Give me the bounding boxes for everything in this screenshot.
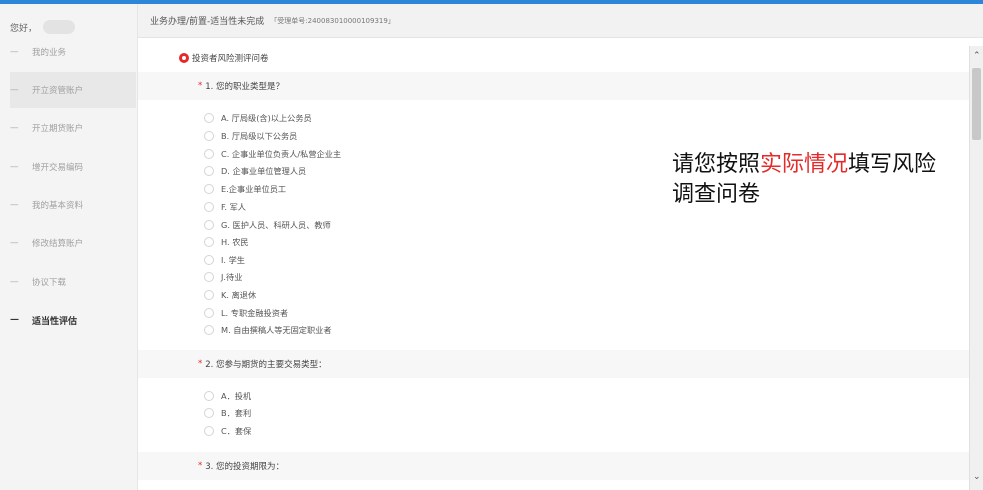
vertical-scrollbar[interactable]: ⌃ ⌄ bbox=[969, 46, 983, 490]
page-header: 业务办理/前置-适当性未完成 「受理单号:240083010000109319」 bbox=[138, 4, 983, 38]
survey-title-text: 投资者风险测评问卷 bbox=[192, 54, 269, 64]
q1-option-e[interactable]: E.企事业单位员工 bbox=[204, 180, 286, 197]
instruction-text-1: 请您按照 bbox=[672, 152, 761, 177]
sidebar: 您好， — 我的业务 — 开立资管账户 — 开立期货账户 — 增开交易编码 — … bbox=[0, 4, 138, 490]
radio-icon[interactable] bbox=[204, 148, 214, 159]
sidebar-item-label: 我的业务 bbox=[32, 48, 67, 58]
option-label: M. 自由撰稿人等无固定职业者 bbox=[221, 324, 332, 335]
option-label: D. 企事业单位管理人员 bbox=[221, 165, 307, 176]
radio-icon[interactable] bbox=[204, 201, 214, 212]
q2-option-c[interactable]: C．套保 bbox=[204, 422, 251, 439]
option-label: I. 学生 bbox=[221, 254, 245, 265]
q1-option-j[interactable]: J.待业 bbox=[204, 268, 242, 285]
survey-title: 投资者风险测评问卷 bbox=[179, 51, 269, 65]
option-label: B．套利 bbox=[221, 407, 252, 418]
dash-icon: — bbox=[10, 47, 19, 57]
sidebar-item-add-trading-code[interactable]: — 增开交易编码 bbox=[10, 149, 136, 185]
option-label: B. 厅局级以下公务员 bbox=[221, 130, 298, 141]
radio-icon[interactable] bbox=[204, 407, 214, 418]
option-label: C. 企事业单位负责人/私营企业主 bbox=[221, 148, 342, 159]
option-label: H. 农民 bbox=[221, 236, 249, 247]
q1-option-m[interactable]: M. 自由撰稿人等无固定职业者 bbox=[204, 321, 332, 338]
sidebar-item-label: 适当性评估 bbox=[32, 316, 78, 327]
question-2-label: 2. 您参与期货的主要交易类型： bbox=[205, 360, 327, 370]
instruction-overlay: 请您按照实际情况填写风险调查问卷 bbox=[672, 150, 942, 210]
sidebar-item-suitability-assessment[interactable]: — 适当性评估 bbox=[10, 302, 136, 338]
sidebar-item-basic-info[interactable]: — 我的基本资料 bbox=[10, 187, 136, 223]
sidebar-item-my-business[interactable]: — 我的业务 bbox=[10, 34, 136, 70]
sidebar-item-label: 协议下载 bbox=[32, 278, 67, 288]
q1-option-d[interactable]: D. 企事业单位管理人员 bbox=[204, 162, 306, 179]
radio-icon[interactable] bbox=[204, 254, 214, 265]
q1-option-b[interactable]: B. 厅局级以下公务员 bbox=[204, 127, 297, 144]
sidebar-item-label: 开立期货账户 bbox=[32, 124, 84, 134]
dash-icon: — bbox=[10, 315, 19, 325]
dash-icon: — bbox=[10, 162, 19, 172]
option-label: A．投机 bbox=[221, 390, 252, 401]
q2-option-a[interactable]: A．投机 bbox=[204, 387, 251, 404]
question-1-header: * 1. 您的职业类型是？ bbox=[138, 72, 969, 100]
dash-icon: — bbox=[10, 277, 19, 287]
option-label: K. 离退休 bbox=[221, 289, 257, 300]
radio-icon[interactable] bbox=[204, 112, 214, 123]
required-mark: * bbox=[198, 359, 203, 369]
q1-option-i[interactable]: I. 学生 bbox=[204, 251, 245, 268]
greeting-text: 您好， bbox=[10, 23, 38, 34]
radio-icon[interactable] bbox=[204, 165, 214, 176]
required-mark: * bbox=[198, 81, 203, 91]
dash-icon: — bbox=[10, 123, 19, 133]
sidebar-item-open-asset-account[interactable]: — 开立资管账户 bbox=[10, 72, 136, 108]
circle-marker-icon bbox=[179, 53, 189, 63]
radio-icon[interactable] bbox=[204, 130, 214, 141]
order-number: 「受理单号:240083010000109319」 bbox=[270, 16, 395, 25]
radio-icon[interactable] bbox=[204, 271, 214, 282]
username-blurred bbox=[43, 20, 76, 34]
question-3-header: * 3. 您的投资期限为： bbox=[138, 452, 969, 480]
sidebar-item-label: 增开交易编码 bbox=[32, 163, 84, 173]
instruction-highlight: 实际情况 bbox=[760, 152, 849, 177]
question-3-label: 3. 您的投资期限为： bbox=[205, 462, 285, 472]
radio-icon[interactable] bbox=[204, 183, 214, 194]
question-2-header: * 2. 您参与期货的主要交易类型： bbox=[138, 350, 969, 378]
sidebar-item-agreement-download[interactable]: — 协议下载 bbox=[10, 264, 136, 300]
dash-icon: — bbox=[10, 85, 19, 95]
scroll-down-icon[interactable]: ⌄ bbox=[973, 473, 981, 482]
q1-option-c[interactable]: C. 企事业单位负责人/私营企业主 bbox=[204, 145, 341, 162]
option-label: G. 医护人员、科研人员、教师 bbox=[221, 219, 331, 230]
radio-icon[interactable] bbox=[204, 307, 214, 318]
radio-icon[interactable] bbox=[204, 219, 214, 230]
radio-icon[interactable] bbox=[204, 236, 214, 247]
q1-option-h[interactable]: H. 农民 bbox=[204, 233, 249, 250]
breadcrumb: 业务办理/前置-适当性未完成 bbox=[150, 17, 265, 27]
radio-icon[interactable] bbox=[204, 390, 214, 401]
radio-icon[interactable] bbox=[204, 425, 214, 436]
option-label: C．套保 bbox=[221, 425, 252, 436]
option-label: J.待业 bbox=[221, 271, 243, 282]
sidebar-item-label: 我的基本资料 bbox=[32, 201, 84, 211]
option-label: E.企事业单位员工 bbox=[221, 183, 287, 194]
dash-icon: — bbox=[10, 238, 19, 248]
q1-option-l[interactable]: L. 专职金融投资者 bbox=[204, 304, 288, 321]
q1-option-k[interactable]: K. 离退休 bbox=[204, 286, 256, 303]
required-mark: * bbox=[198, 461, 203, 471]
scrollbar-thumb[interactable] bbox=[972, 68, 981, 140]
q1-option-a[interactable]: A. 厅局级(含)以上公务员 bbox=[204, 109, 312, 126]
q1-option-f[interactable]: F. 军人 bbox=[204, 198, 246, 215]
sidebar-item-open-futures-account[interactable]: — 开立期货账户 bbox=[10, 110, 136, 146]
q2-option-b[interactable]: B．套利 bbox=[204, 404, 251, 421]
radio-icon[interactable] bbox=[204, 289, 214, 300]
option-label: L. 专职金融投资者 bbox=[221, 307, 289, 318]
option-label: A. 厅局级(含)以上公务员 bbox=[221, 112, 312, 123]
option-label: F. 军人 bbox=[221, 201, 246, 212]
scroll-up-icon[interactable]: ⌃ bbox=[973, 52, 981, 61]
dash-icon: — bbox=[10, 200, 19, 210]
radio-icon[interactable] bbox=[204, 324, 214, 335]
question-1-label: 1. 您的职业类型是？ bbox=[205, 82, 285, 92]
sidebar-item-label: 修改结算账户 bbox=[32, 239, 84, 249]
sidebar-item-label: 开立资管账户 bbox=[32, 86, 84, 96]
q1-option-g[interactable]: G. 医护人员、科研人员、教师 bbox=[204, 216, 331, 233]
sidebar-item-modify-settlement-account[interactable]: — 修改结算账户 bbox=[10, 225, 136, 261]
survey-panel: 投资者风险测评问卷 * 1. 您的职业类型是？ A. 厅局级(含)以上公务员 B… bbox=[138, 38, 969, 490]
